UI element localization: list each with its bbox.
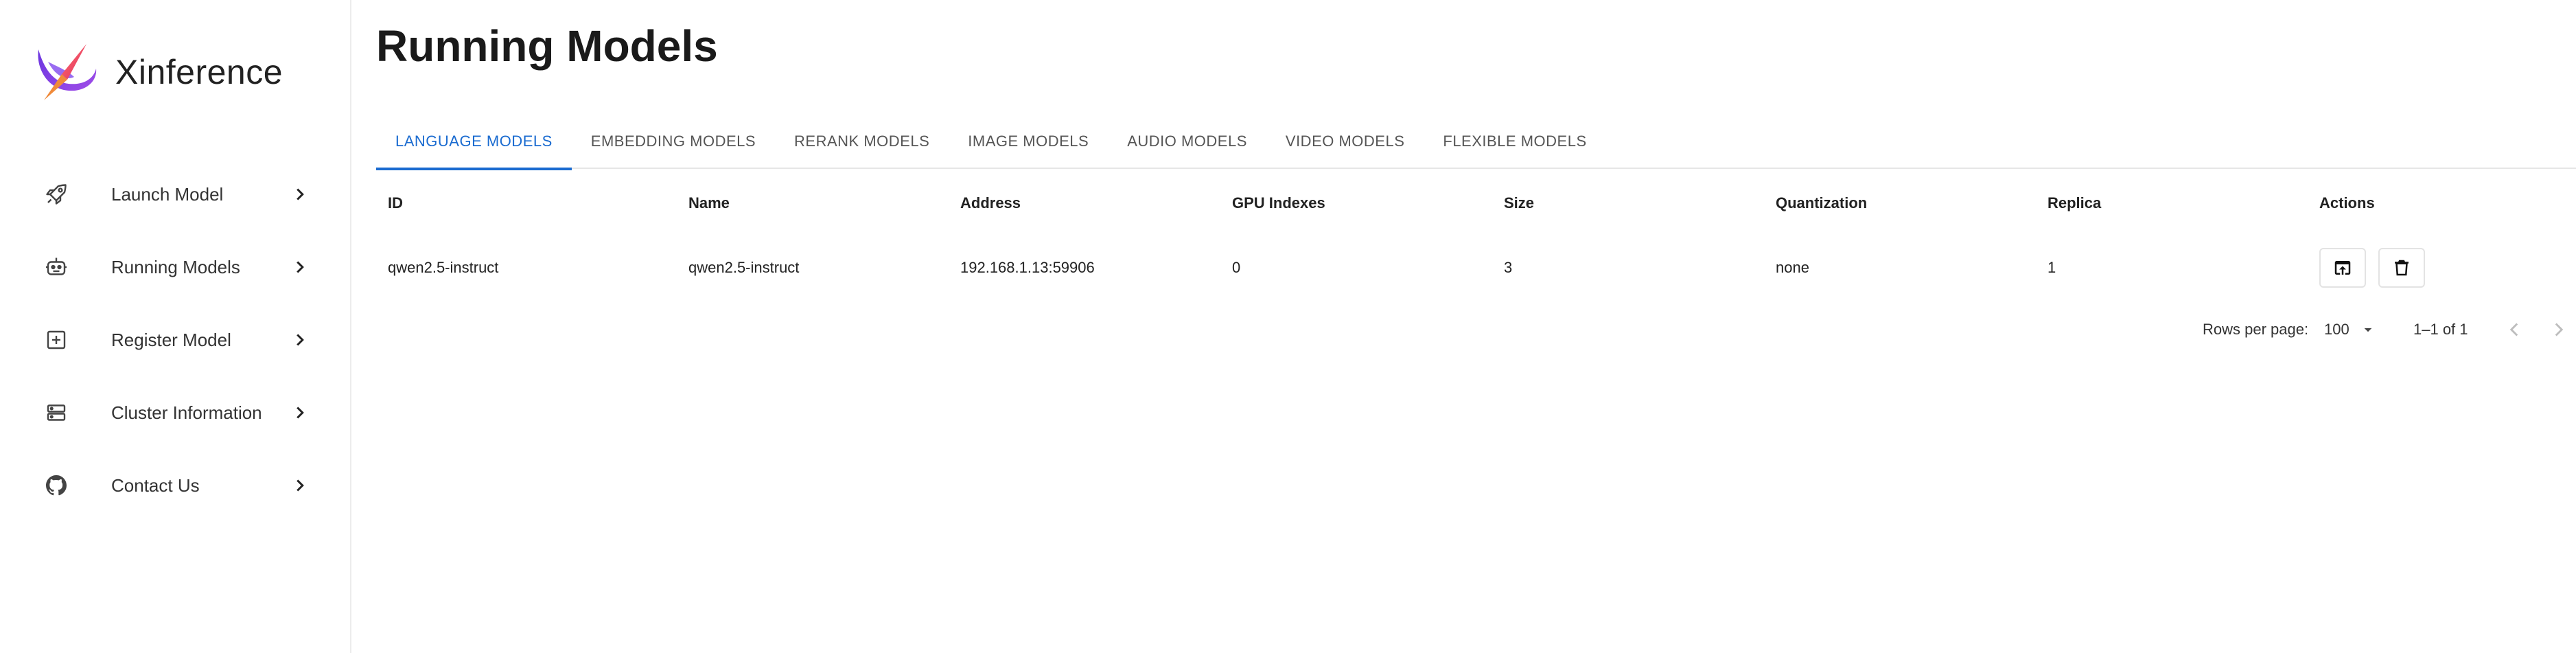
sidebar-item-label: Contact Us — [111, 474, 200, 496]
cell-address: 192.168.1.13:59906 — [960, 259, 1095, 276]
column-header-name[interactable]: Name — [688, 172, 730, 235]
sidebar-nav: Launch Model Running Models Register Mod… — [0, 158, 351, 522]
table-row: qwen2.5-instruct qwen2.5-instruct 192.16… — [376, 235, 2576, 301]
chevron-right-icon — [297, 261, 304, 273]
column-header-id[interactable]: ID — [388, 172, 403, 235]
model-type-tabs: LANGUAGE MODELS EMBEDDING MODELS RERANK … — [376, 114, 2576, 170]
tab-embedding-models[interactable]: EMBEDDING MODELS — [572, 114, 775, 169]
brand-name: Xinference — [115, 53, 283, 91]
sidebar: Xinference Launch Model Running Models R… — [0, 0, 351, 653]
cell-actions — [2319, 235, 2437, 301]
open-in-browser-icon — [2334, 261, 2351, 275]
xinference-logo-icon — [38, 44, 97, 100]
robot-icon — [43, 253, 70, 281]
chevron-right-icon — [297, 406, 304, 419]
trash-icon — [2395, 260, 2409, 276]
add-box-icon — [43, 326, 70, 354]
storage-icon — [43, 399, 70, 426]
column-header-quantization[interactable]: Quantization — [1776, 172, 1867, 235]
previous-page-icon[interactable] — [2503, 318, 2526, 341]
rows-per-page-label: Rows per page: — [2203, 321, 2309, 338]
sidebar-item-launch-model[interactable]: Launch Model — [0, 158, 351, 231]
cell-replica: 1 — [2047, 259, 2056, 276]
rows-per-page-select[interactable]: 100 — [2324, 321, 2377, 339]
tab-image-models[interactable]: IMAGE MODELS — [949, 114, 1108, 169]
tab-language-models[interactable]: LANGUAGE MODELS — [376, 114, 572, 170]
cell-quantization: none — [1776, 259, 1809, 276]
caret-down-icon — [2364, 328, 2372, 332]
column-header-gpu-indexes[interactable]: GPU Indexes — [1232, 172, 1325, 235]
cell-gpu-indexes: 0 — [1232, 259, 1241, 276]
main-content: Running Models LANGUAGE MODELS EMBEDDING… — [376, 0, 2576, 653]
sidebar-item-running-models[interactable]: Running Models — [0, 231, 351, 303]
rocket-icon — [43, 181, 70, 208]
cell-size: 3 — [1504, 259, 1513, 276]
pagination-range: 1–1 of 1 — [2413, 321, 2468, 338]
github-icon — [43, 472, 70, 499]
table-header-row: ID Name Address GPU Indexes Size Quantiz… — [376, 172, 2576, 235]
rows-per-page-value: 100 — [2324, 321, 2349, 338]
chevron-right-icon — [297, 188, 304, 201]
running-models-table: ID Name Address GPU Indexes Size Quantiz… — [376, 172, 2576, 301]
sidebar-item-cluster-information[interactable]: Cluster Information — [0, 376, 351, 449]
column-header-size[interactable]: Size — [1504, 172, 1534, 235]
open-in-new-button[interactable] — [2319, 248, 2366, 288]
sidebar-item-label: Register Model — [111, 329, 231, 350]
column-header-actions: Actions — [2319, 194, 2375, 211]
delete-model-button[interactable] — [2378, 248, 2425, 288]
sidebar-item-register-model[interactable]: Register Model — [0, 303, 351, 376]
cell-id: qwen2.5-instruct — [388, 259, 499, 276]
column-header-replica[interactable]: Replica — [2047, 172, 2101, 235]
sidebar-item-label: Launch Model — [111, 183, 224, 205]
sidebar-item-label: Cluster Information — [111, 402, 262, 423]
page-title: Running Models — [376, 21, 718, 71]
chevron-right-icon — [297, 334, 304, 346]
sidebar-item-contact-us[interactable]: Contact Us — [0, 449, 351, 522]
tab-flexible-models[interactable]: FLEXIBLE MODELS — [1424, 114, 1605, 169]
chevron-right-icon — [297, 479, 304, 492]
tab-rerank-models[interactable]: RERANK MODELS — [775, 114, 949, 169]
cell-name: qwen2.5-instruct — [688, 259, 800, 276]
next-page-icon[interactable] — [2547, 318, 2571, 341]
table-pagination: Rows per page: 100 1–1 of 1 — [376, 312, 2576, 347]
brand[interactable]: Xinference — [34, 41, 283, 103]
sidebar-item-label: Running Models — [111, 256, 240, 277]
column-header-address[interactable]: Address — [960, 172, 1021, 235]
tab-audio-models[interactable]: AUDIO MODELS — [1108, 114, 1266, 169]
tab-video-models[interactable]: VIDEO MODELS — [1266, 114, 1424, 169]
